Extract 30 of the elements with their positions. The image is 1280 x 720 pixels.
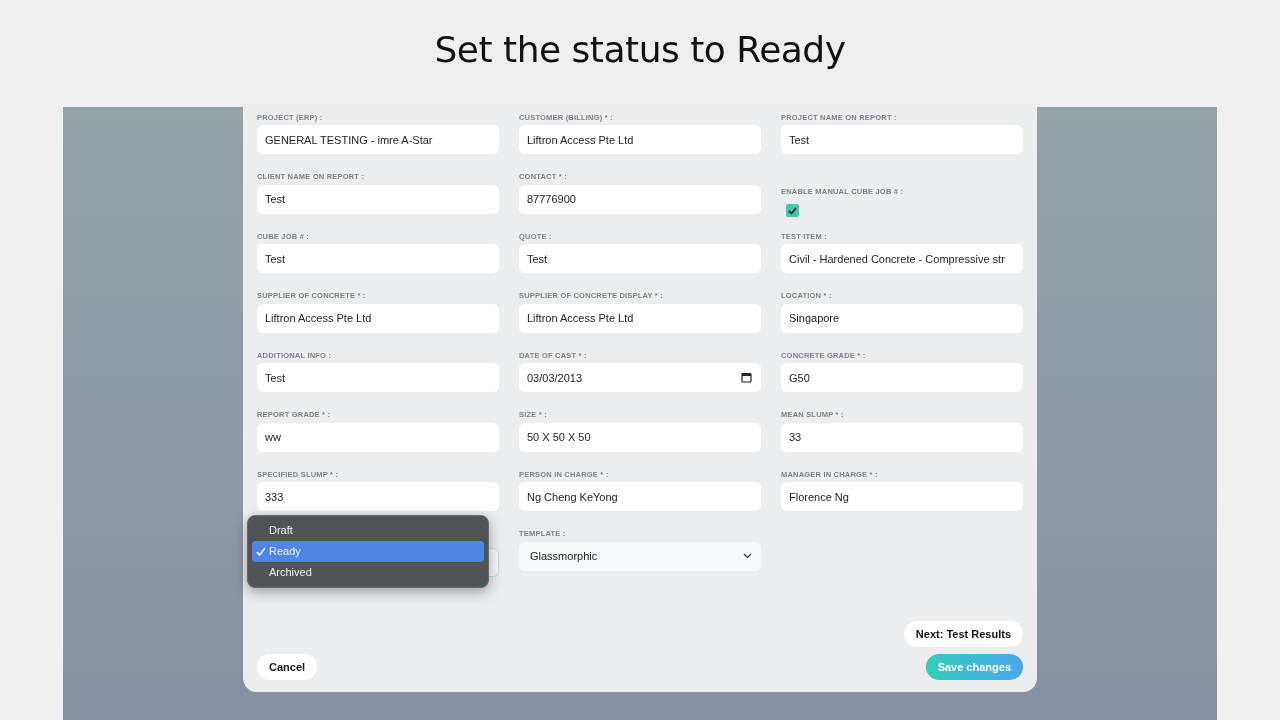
text-field[interactable]: Liftron Access Pte Ltd [519, 303, 761, 333]
text-field[interactable]: Test [257, 363, 499, 392]
template-select[interactable]: Glassmorphic [519, 541, 761, 571]
text-field[interactable]: Singapore [781, 303, 1023, 333]
checkmark-icon [256, 546, 266, 556]
menu-option[interactable]: Draft [252, 519, 484, 541]
text-field[interactable]: 87776900 [519, 184, 761, 214]
text-field[interactable]: 33 [781, 422, 1023, 452]
instruction-heading: Set the status to Ready [434, 29, 846, 70]
text-field[interactable]: Florence Ng [781, 482, 1023, 511]
text-field[interactable]: Liftron Access Pte Ltd [519, 125, 761, 154]
text-field[interactable]: Test [257, 244, 499, 273]
text-field[interactable]: Test [257, 184, 499, 214]
text-field[interactable]: ww [257, 422, 499, 452]
text-field[interactable]: Liftron Access Pte Ltd [257, 303, 499, 333]
checkbox[interactable] [786, 204, 799, 217]
calendar-icon[interactable] [741, 372, 752, 383]
chevron-down-icon [743, 553, 752, 559]
text-field[interactable]: Ng Cheng KeYong [519, 482, 761, 511]
menu-option[interactable]: Archived [252, 561, 484, 583]
date-field[interactable]: 03/03/2013 [519, 363, 761, 392]
text-field[interactable]: 333 [257, 482, 499, 511]
text-field[interactable]: G50 [781, 363, 1023, 392]
cancel-button[interactable]: Cancel [257, 654, 318, 680]
next-button[interactable]: Next: Test Results [903, 621, 1023, 647]
text-field[interactable]: Test [519, 244, 761, 273]
text-field[interactable]: 50 X 50 X 50 [519, 422, 761, 452]
text-field[interactable]: Civil - Hardened Concrete - Compressive str [781, 244, 1023, 273]
text-field[interactable]: GENERAL TESTING - imre A-Star [257, 125, 499, 154]
text-field[interactable]: Test [781, 125, 1023, 154]
